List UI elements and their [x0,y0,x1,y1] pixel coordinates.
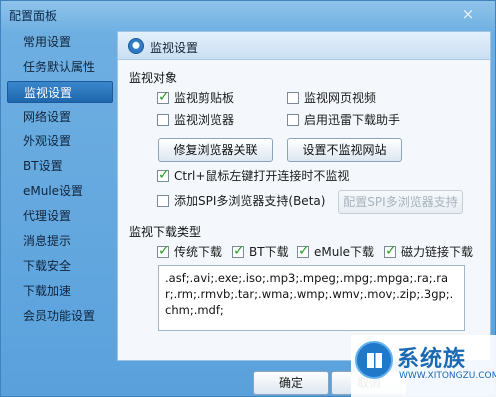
sidebar-item-general[interactable]: 常用设置 [7,31,113,53]
no-monitor-sites-button[interactable]: 设置不监视网站 [287,138,402,162]
monitor-objects-label: 监视对象 [129,71,178,85]
sidebar-item-download-security[interactable]: 下载安全 [7,255,113,277]
watermark: 系统族 WWW.XITONGZU.COM [351,335,496,397]
watermark-brand: 系统族 [397,347,467,372]
emule-download-checkbox[interactable]: eMule下载 [297,242,375,261]
sidebar: 常用设置 任务默认属性 监视设置 网络设置 外观设置 BT设置 eMule设置 … [1,27,115,397]
checkbox-box [384,242,397,260]
spi-support-checkbox[interactable]: 添加SPI多浏览器支持(Beta) [157,192,325,210]
download-assistant-checkbox[interactable]: 启用迅雷下载助手 [287,111,400,129]
checkbox-label: 监视网页视频 [304,91,377,105]
checkbox-label: 启用迅雷下载助手 [304,113,401,127]
checkbox-box [297,242,310,260]
checkbox-box [157,88,170,106]
magnet-download-checkbox[interactable]: 磁力链接下载 [384,242,474,261]
checkbox-label: 监视剪贴板 [174,91,235,105]
sidebar-item-task-defaults[interactable]: 任务默认属性 [7,56,113,78]
checkbox-label: 监视浏览器 [174,113,235,127]
ctrl-click-checkbox[interactable]: Ctrl+鼠标左键打开连接时不监视 [157,166,350,185]
sidebar-item-acceleration[interactable]: 下载加速 [7,280,113,302]
repair-browser-button[interactable]: 修复浏览器关联 [158,138,273,162]
watermark-url: WWW.XITONGZU.COM [399,371,496,381]
close-icon[interactable]: × [459,5,477,23]
sidebar-item-notifications[interactable]: 消息提示 [7,230,113,252]
checkbox-label: 添加SPI多浏览器支持(Beta) [174,194,326,208]
sidebar-item-emule[interactable]: eMule设置 [7,180,113,202]
sidebar-item-appearance[interactable]: 外观设置 [7,130,113,152]
checkbox-box [157,166,170,184]
configure-spi-button[interactable]: 配置SPI多浏览器支持 [338,190,463,214]
checkbox-label: 传统下载 [174,245,223,259]
sidebar-item-vip[interactable]: 会员功能设置 [7,305,113,327]
checkbox-label: 磁力链接下载 [401,245,474,259]
sidebar-item-bt[interactable]: BT设置 [7,155,113,177]
checkbox-box [157,195,169,207]
monitor-icon [128,38,144,54]
extensions-textarea[interactable]: .asf;.avi;.exe;.iso;.mp3;.mpeg;.mpg;.mpg… [158,265,465,331]
panel-title: 监视设置 [150,41,199,55]
checkbox-label: Ctrl+鼠标左键打开连接时不监视 [174,169,350,183]
monitor-web-video-checkbox[interactable]: 监视网页视频 [287,89,376,107]
sidebar-item-network[interactable]: 网络设置 [7,106,113,128]
bt-download-checkbox[interactable]: BT下载 [232,242,289,261]
checkbox-label: BT下载 [249,245,289,259]
title-bar: 配置面板 × [1,1,495,27]
windows-logo-icon [355,341,393,379]
traditional-download-checkbox[interactable]: 传统下载 [157,242,223,261]
monitor-browser-checkbox[interactable]: 监视浏览器 [157,111,234,129]
checkbox-box [287,92,299,104]
panel-header: 监视设置 [118,32,490,60]
ok-button[interactable]: 确定 [253,371,329,395]
window-title: 配置面板 [9,9,58,23]
sidebar-item-proxy[interactable]: 代理设置 [7,205,113,227]
checkbox-box [157,242,170,260]
settings-window: 配置面板 × 常用设置 任务默认属性 监视设置 网络设置 外观设置 BT设置 e… [0,0,496,397]
checkbox-box [287,114,299,126]
checkbox-label: eMule下载 [314,245,375,259]
monitor-clipboard-checkbox[interactable]: 监视剪贴板 [157,88,235,107]
download-types-label: 监视下载类型 [129,225,202,239]
checkbox-box [232,242,245,260]
sidebar-item-monitor[interactable]: 监视设置 [7,81,113,103]
checkbox-box [157,114,169,126]
